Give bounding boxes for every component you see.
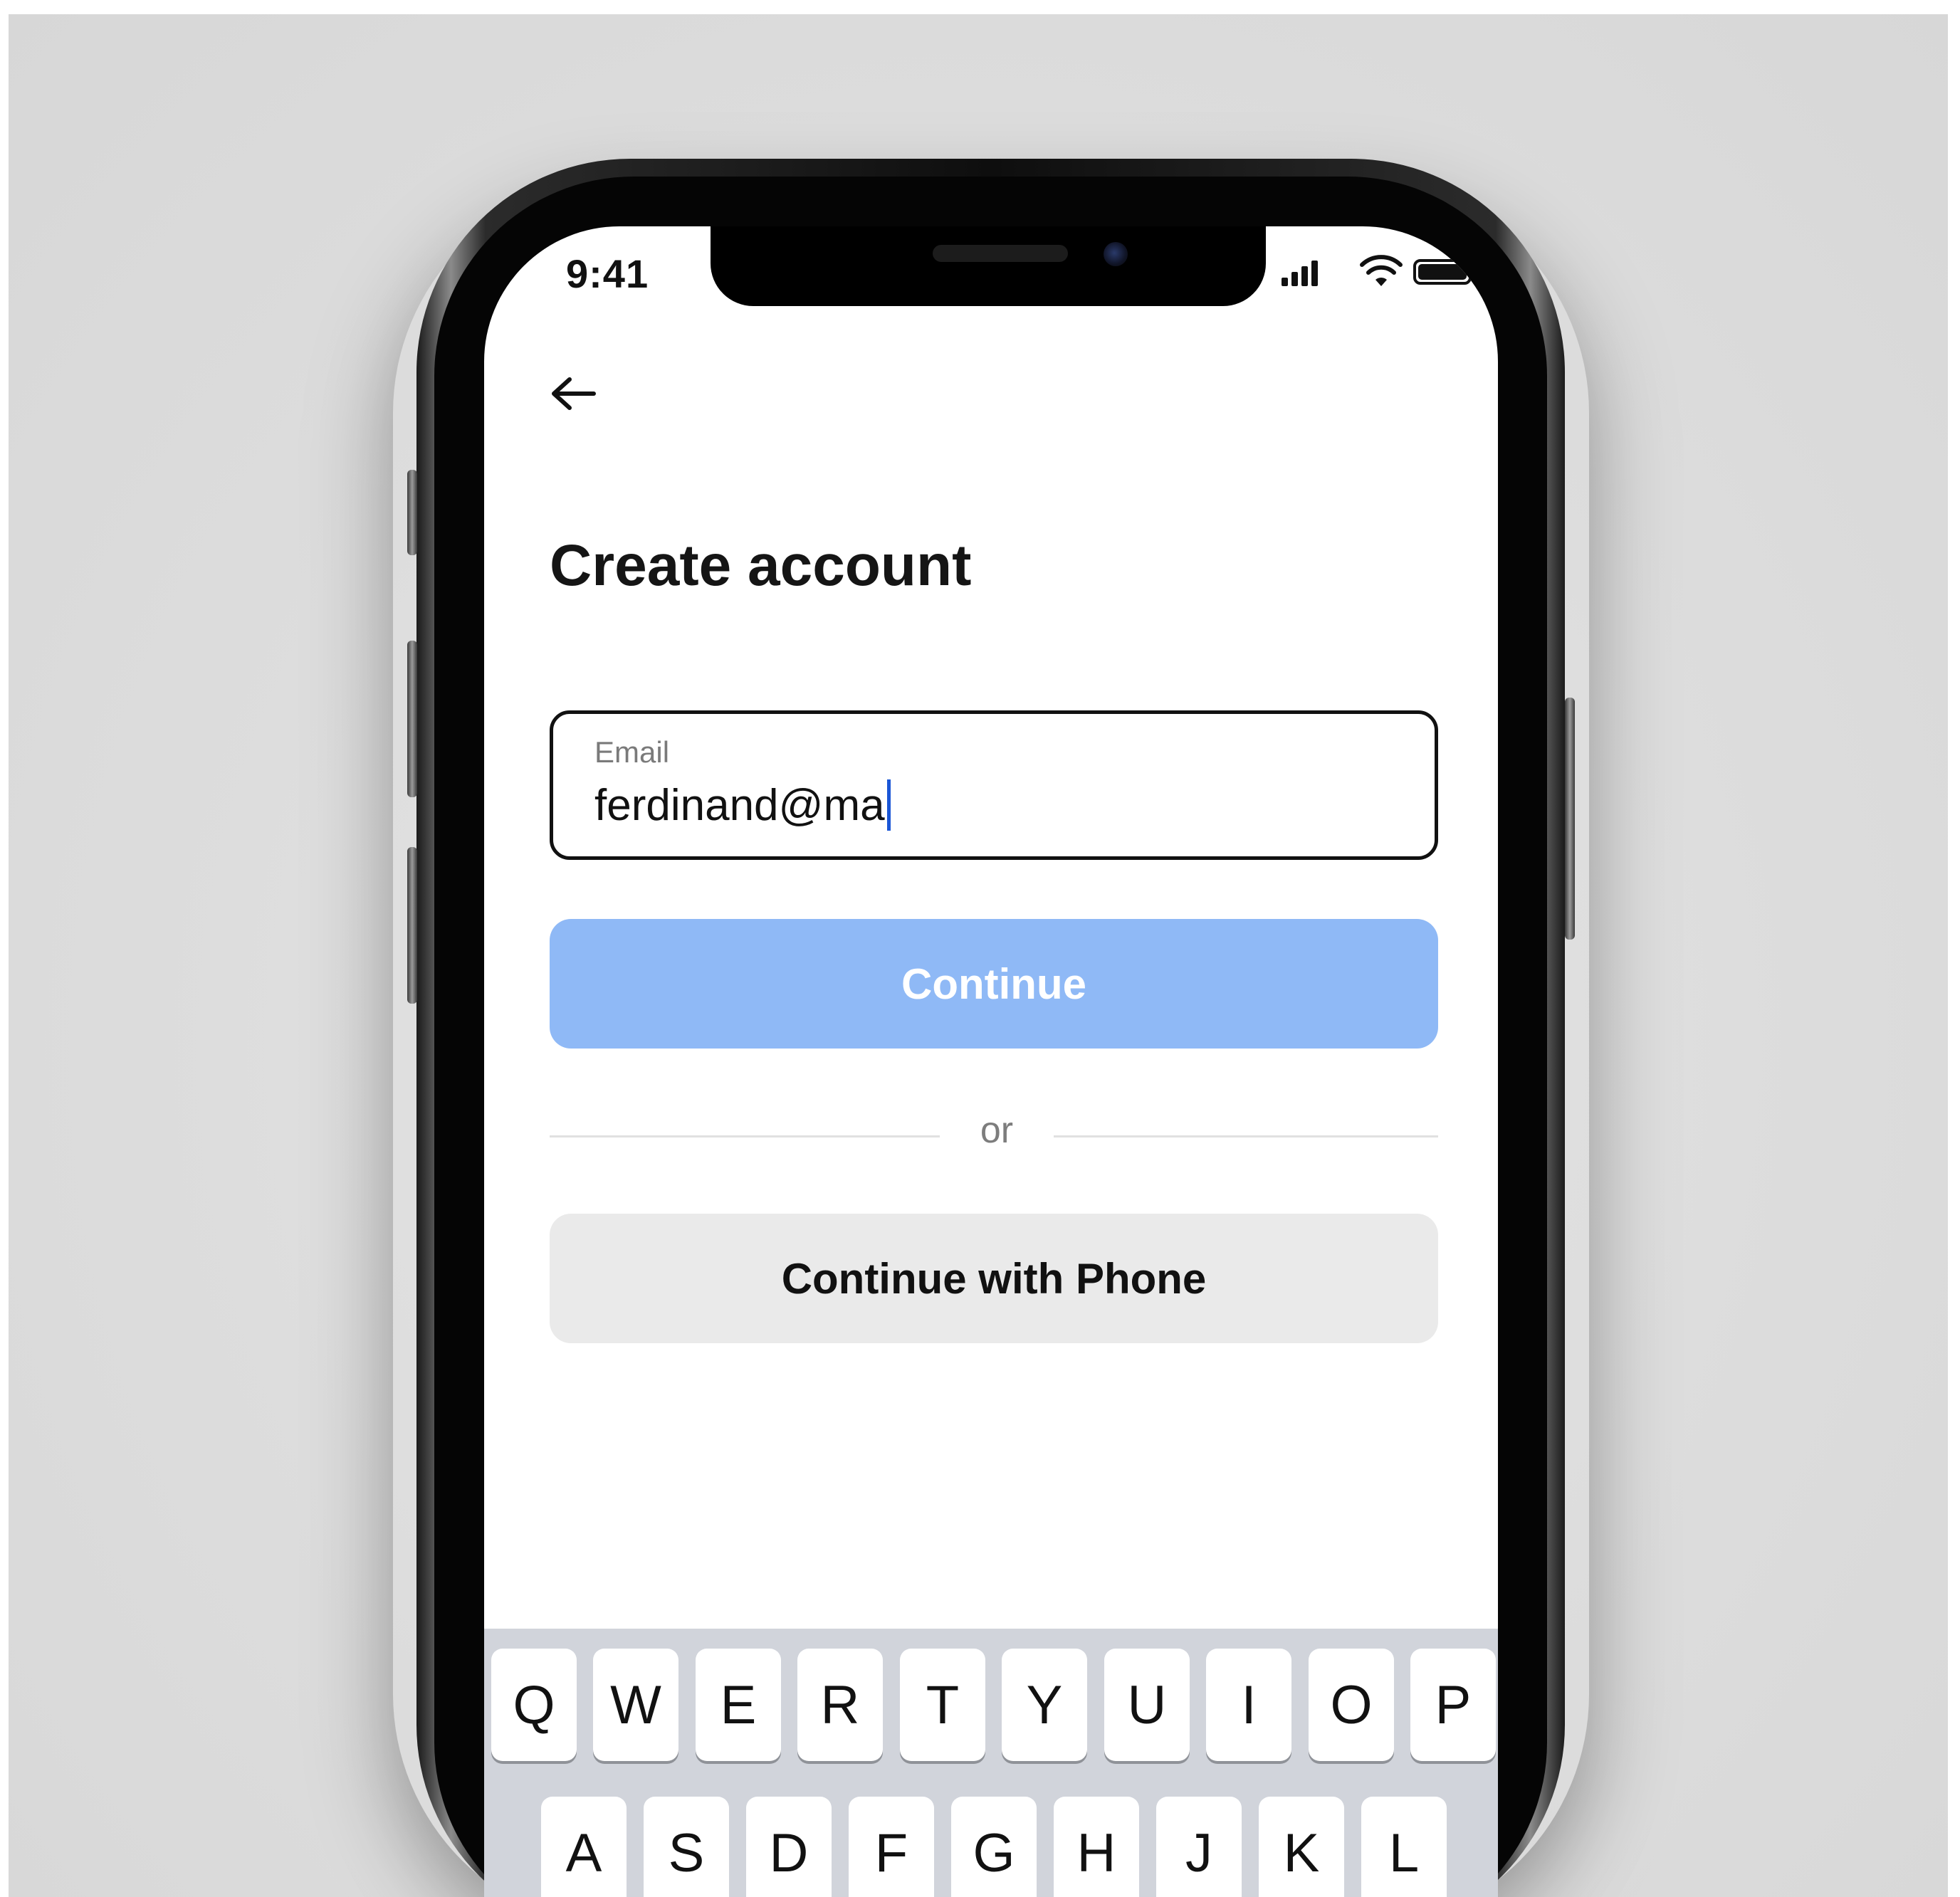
key-e[interactable]: E: [696, 1649, 781, 1761]
key-l[interactable]: L: [1361, 1797, 1447, 1897]
email-field-value-wrap[interactable]: ferdinand@ma: [594, 779, 891, 831]
email-field[interactable]: Email ferdinand@ma: [550, 710, 1438, 860]
key-h[interactable]: H: [1054, 1797, 1139, 1897]
continue-button[interactable]: Continue: [550, 919, 1438, 1049]
volume-down-button: [407, 847, 417, 1004]
background: 9:41 Create account Email ferdinand@ma C…: [9, 14, 1948, 1897]
page-title: Create account: [550, 533, 972, 598]
key-y[interactable]: Y: [1002, 1649, 1087, 1761]
power-button: [1565, 698, 1575, 940]
volume-up-button: [407, 641, 417, 797]
key-r[interactable]: R: [797, 1649, 883, 1761]
text-caret: [886, 779, 891, 831]
key-f[interactable]: F: [849, 1797, 934, 1897]
email-field-label: Email: [594, 735, 670, 769]
divider-line-left: [550, 1135, 940, 1137]
key-q[interactable]: Q: [491, 1649, 577, 1761]
speaker-grille: [933, 245, 1068, 262]
phone-screen: 9:41 Create account Email ferdinand@ma C…: [484, 226, 1498, 1897]
key-p[interactable]: P: [1410, 1649, 1496, 1761]
key-s[interactable]: S: [644, 1797, 729, 1897]
battery-cap: [1474, 267, 1478, 277]
battery-icon: [1413, 259, 1472, 285]
arrow-left-icon: [552, 377, 596, 410]
mute-switch: [407, 470, 417, 555]
key-d[interactable]: D: [746, 1797, 832, 1897]
key-t[interactable]: T: [900, 1649, 985, 1761]
keyboard: Q W E R T Y U I O P A S D F G H J K L: [484, 1629, 1498, 1897]
status-time: 9:41: [566, 251, 649, 296]
key-a[interactable]: A: [541, 1797, 627, 1897]
back-button[interactable]: [545, 365, 602, 422]
key-i[interactable]: I: [1206, 1649, 1291, 1761]
key-u[interactable]: U: [1104, 1649, 1190, 1761]
email-input-value[interactable]: ferdinand@ma: [594, 780, 885, 831]
key-o[interactable]: O: [1309, 1649, 1394, 1761]
key-k[interactable]: K: [1259, 1797, 1344, 1897]
cellular-signal-icon: [1282, 255, 1324, 290]
key-g[interactable]: G: [951, 1797, 1037, 1897]
front-camera: [1104, 242, 1128, 266]
key-j[interactable]: J: [1156, 1797, 1242, 1897]
continue-with-phone-button[interactable]: Continue with Phone: [550, 1214, 1438, 1343]
status-icons: [1282, 255, 1478, 290]
divider-line-right: [1054, 1135, 1438, 1137]
notch: [711, 226, 1266, 306]
wifi-icon: [1360, 255, 1403, 286]
key-w[interactable]: W: [593, 1649, 678, 1761]
divider-or-text: or: [980, 1110, 1014, 1151]
